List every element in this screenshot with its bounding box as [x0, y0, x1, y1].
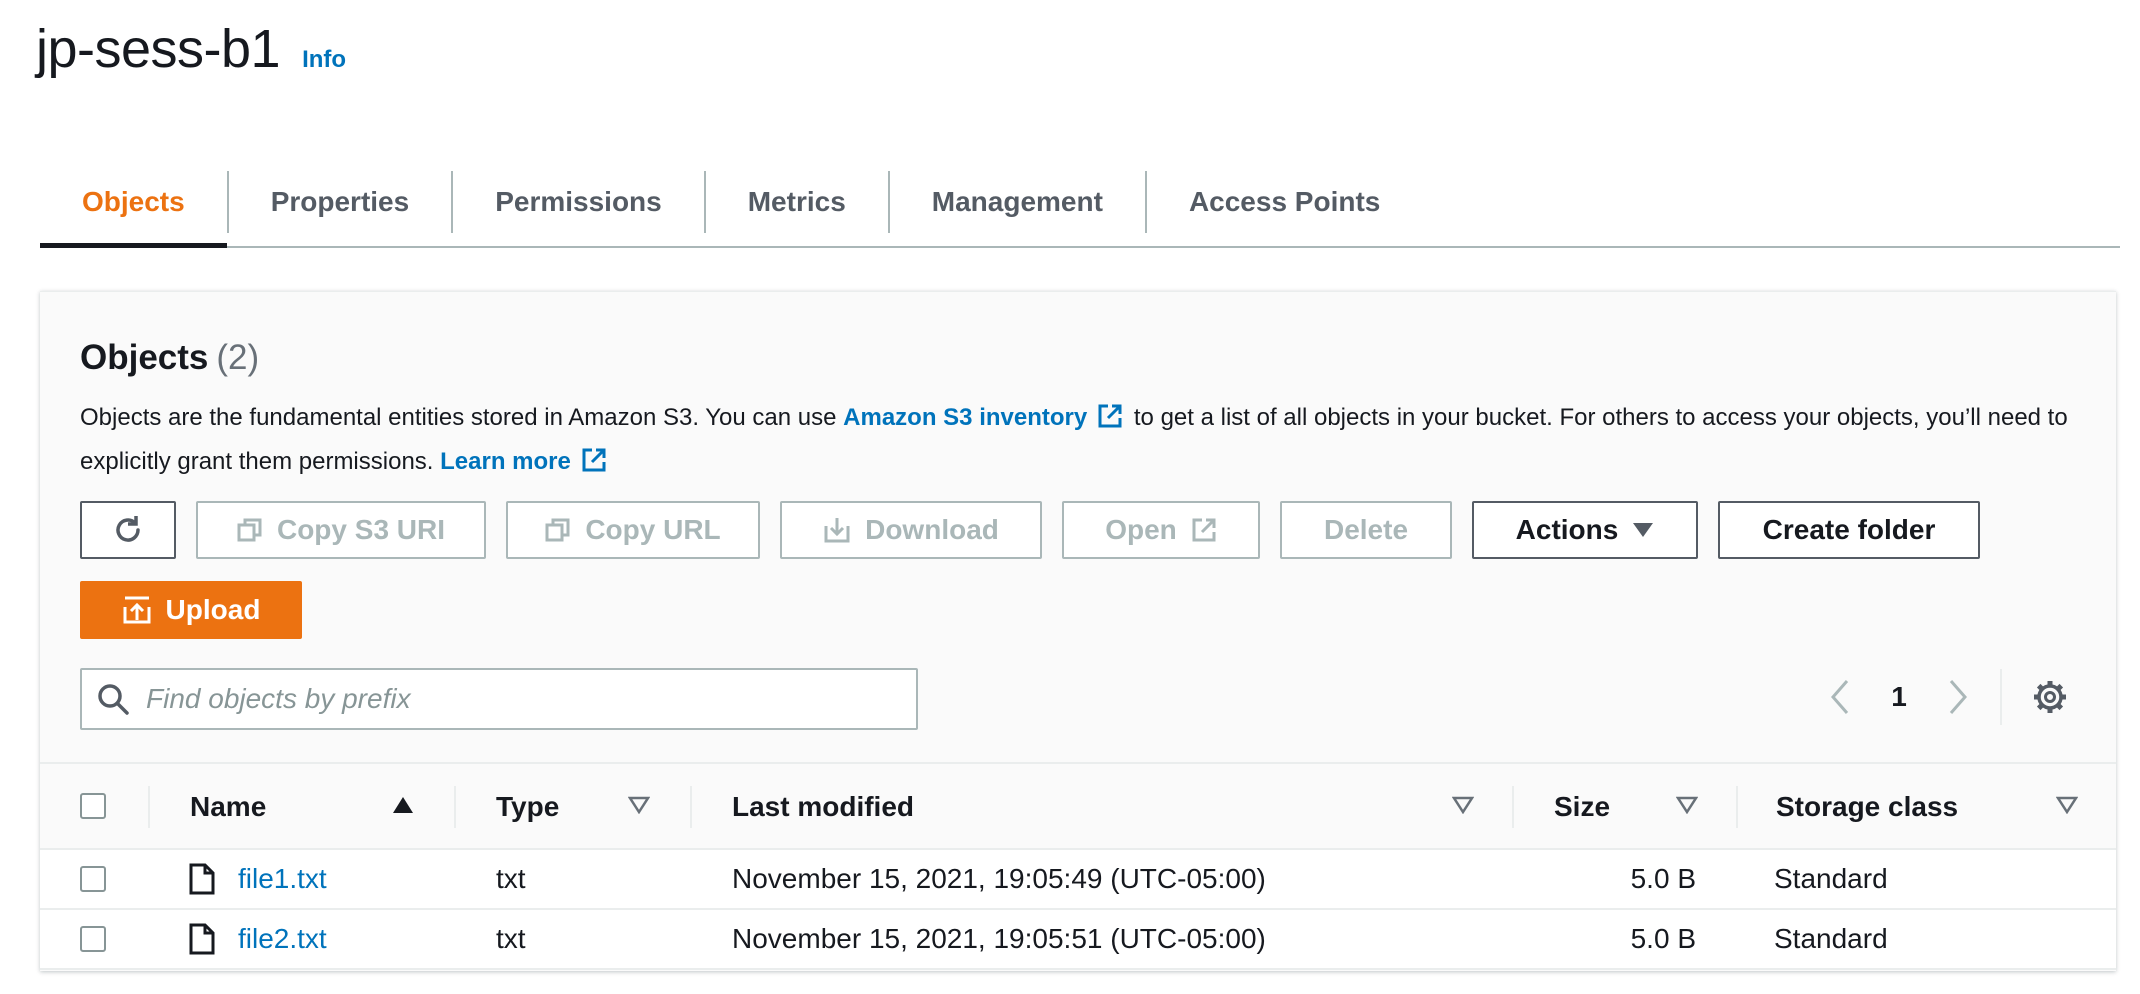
object-count: (2): [216, 338, 260, 377]
select-all-checkbox[interactable]: [80, 793, 106, 819]
tab-properties[interactable]: Properties: [229, 158, 452, 246]
row-checkbox[interactable]: [80, 866, 106, 892]
tab-access-points[interactable]: Access Points: [1147, 158, 1422, 246]
panel-description: Objects are the fundamental entities sto…: [80, 398, 2080, 486]
sort-icon[interactable]: [628, 796, 650, 814]
open-button[interactable]: Open: [1062, 501, 1260, 559]
download-button[interactable]: Download: [780, 501, 1042, 559]
page-header: jp-sess-b1 Info: [36, 18, 346, 80]
gear-icon: [2034, 681, 2066, 713]
previous-page-button[interactable]: [1820, 679, 1860, 715]
copy-icon: [237, 518, 262, 542]
description-text: Objects are the fundamental entities sto…: [80, 404, 844, 431]
column-divider: [1736, 786, 1738, 828]
copy-url-label: Copy URL: [585, 514, 721, 545]
create-folder-button[interactable]: Create folder: [1718, 501, 1980, 559]
copy-url-button[interactable]: Copy URL: [506, 501, 760, 559]
chevron-right-icon: [1949, 680, 1967, 714]
external-link-icon: [1097, 402, 1123, 442]
s3-inventory-link[interactable]: Amazon S3 inventory: [843, 404, 1087, 431]
table-row[interactable]: file1.txt txt November 15, 2021, 19:05:4…: [40, 850, 2116, 910]
file-icon: [188, 910, 216, 968]
object-size: 5.0 B: [1630, 923, 1696, 954]
copy-icon: [545, 518, 570, 542]
search-box: [80, 668, 918, 730]
delete-label: Delete: [1323, 514, 1409, 545]
object-name-link[interactable]: file2.txt: [238, 910, 327, 968]
column-header-storage-class[interactable]: Storage class: [1776, 764, 1958, 850]
search-icon: [98, 684, 129, 715]
object-type: txt: [496, 863, 526, 894]
sort-ascending-icon[interactable]: [392, 796, 414, 814]
external-link-icon: [581, 446, 607, 486]
create-folder-label: Create folder: [1762, 514, 1936, 545]
learn-more-link[interactable]: Learn more: [440, 448, 571, 475]
object-size: 5.0 B: [1630, 863, 1696, 894]
panel-title: Objects (2): [80, 338, 259, 378]
tab-metrics[interactable]: Metrics: [706, 158, 888, 246]
page-title: jp-sess-b1: [36, 19, 281, 79]
panel-title-text: Objects: [80, 338, 209, 377]
chevron-left-icon: [1831, 680, 1849, 714]
column-header-name[interactable]: Name: [190, 764, 266, 850]
tab-bar: Objects Properties Permissions Metrics M…: [40, 158, 2120, 248]
search-input[interactable]: [144, 682, 904, 716]
caret-down-icon: [1633, 523, 1654, 537]
column-divider: [454, 786, 456, 828]
delete-button[interactable]: Delete: [1280, 501, 1452, 559]
copy-s3-uri-button[interactable]: Copy S3 URI: [196, 501, 486, 559]
object-name-link[interactable]: file1.txt: [238, 850, 327, 908]
current-page[interactable]: 1: [1860, 681, 1938, 713]
pagination: 1: [1820, 664, 2068, 730]
next-page-button[interactable]: [1938, 679, 1978, 715]
tab-permissions[interactable]: Permissions: [453, 158, 704, 246]
open-label: Open: [1105, 514, 1177, 545]
file-icon: [188, 850, 216, 908]
tab-objects[interactable]: Objects: [40, 158, 227, 248]
column-divider: [148, 786, 150, 828]
object-type: txt: [496, 923, 526, 954]
sort-icon[interactable]: [1676, 796, 1698, 814]
object-storage-class: Standard: [1774, 923, 1888, 954]
actions-dropdown-button[interactable]: Actions: [1472, 501, 1698, 559]
refresh-button[interactable]: [80, 501, 176, 559]
pager-divider: [2000, 669, 2002, 725]
sort-icon[interactable]: [2056, 796, 2078, 814]
actions-label: Actions: [1515, 514, 1619, 545]
info-link[interactable]: Info: [302, 46, 346, 74]
settings-button[interactable]: [2032, 679, 2068, 715]
upload-label: Upload: [165, 594, 261, 625]
external-link-icon: [1192, 518, 1216, 542]
object-last-modified: November 15, 2021, 19:05:51 (UTC-05:00): [732, 923, 1266, 954]
column-header-size[interactable]: Size: [1554, 764, 1610, 850]
tab-management[interactable]: Management: [890, 158, 1145, 246]
upload-icon: [123, 596, 151, 624]
column-header-type[interactable]: Type: [496, 764, 559, 850]
download-icon: [824, 518, 850, 543]
table-row[interactable]: file2.txt txt November 15, 2021, 19:05:5…: [40, 910, 2116, 970]
copy-s3-uri-label: Copy S3 URI: [276, 514, 446, 545]
refresh-icon: [116, 516, 140, 542]
table-header: Name Type Last modified Size Storage cla…: [40, 762, 2116, 850]
object-last-modified: November 15, 2021, 19:05:49 (UTC-05:00): [732, 863, 1266, 894]
row-checkbox[interactable]: [80, 926, 106, 952]
download-label: Download: [865, 514, 999, 545]
column-divider: [690, 786, 692, 828]
upload-button[interactable]: Upload: [80, 581, 302, 639]
object-storage-class: Standard: [1774, 863, 1888, 894]
column-header-last-modified[interactable]: Last modified: [732, 764, 914, 850]
objects-panel: Objects (2) Objects are the fundamental e…: [40, 291, 2116, 971]
column-divider: [1512, 786, 1514, 828]
sort-icon[interactable]: [1452, 796, 1474, 814]
